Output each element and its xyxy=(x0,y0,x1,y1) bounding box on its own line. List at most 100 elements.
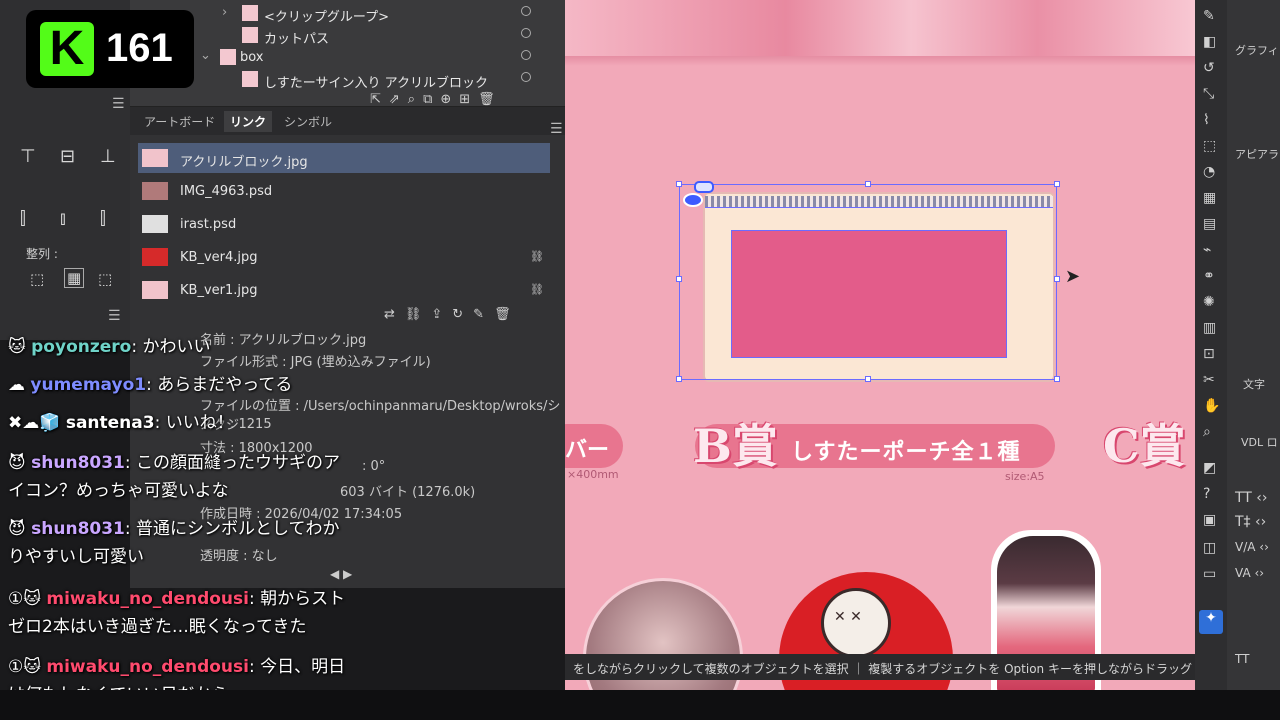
zoom-tool-icon[interactable]: ⌕ xyxy=(1203,424,1211,440)
link-item[interactable]: アクリルブロック.jpg xyxy=(138,143,550,173)
layer-thumbnail xyxy=(220,49,236,65)
layer-thumbnail xyxy=(242,71,258,87)
devil-emote-icon: 😈 xyxy=(8,519,26,539)
chat-message: ①🐱 miwaku_no_dendousi: 今日、明日 xyxy=(8,657,346,677)
artboard-tool-icon[interactable]: ⊡ xyxy=(1203,346,1215,362)
sub-badge-icon: ①🐱 xyxy=(8,657,41,677)
b-prize-size: size:A5 xyxy=(1005,470,1045,483)
scale-tool-icon[interactable]: ⤡ xyxy=(1203,86,1214,102)
b-prize-subtitle[interactable]: しすたーポーチ全１種 xyxy=(791,434,1021,466)
eyedropper-icon[interactable]: ⌁ xyxy=(1203,242,1211,258)
fill-stroke-icon[interactable]: ◩ xyxy=(1203,460,1216,476)
draw-mode-icon[interactable]: ◫ xyxy=(1203,540,1216,556)
slice-tool-icon[interactable]: ✂ xyxy=(1203,372,1215,388)
appearance-label[interactable]: アピアラ xyxy=(1235,146,1279,162)
status-hint: をしながらクリックして複数のオブジェクトを選択 ｜ 複製するオブジェクトを Op… xyxy=(565,654,1195,680)
devil-emote-icon: 😈 xyxy=(8,453,26,473)
chat-message-cont: りやすいし可愛い xyxy=(8,547,144,567)
panel-menu-icon[interactable]: ☰ xyxy=(550,121,563,137)
sub-badge-icon: ①🐱 xyxy=(8,589,41,609)
layer-row[interactable]: ⌄ box xyxy=(130,46,565,68)
link-thumbnail xyxy=(142,281,168,299)
align-to-artboard-icon[interactable]: ⬚ xyxy=(98,270,112,288)
chevron-right-icon[interactable]: › xyxy=(222,5,227,20)
selection-handle[interactable] xyxy=(676,376,682,382)
chat-message: ✖☁🧊 santena3: いいね！ xyxy=(8,413,234,433)
kerning-icon[interactable]: V/A ‹› xyxy=(1235,540,1269,554)
align-top-icon[interactable]: ⊤ xyxy=(20,146,36,167)
distribute-left-icon[interactable]: ⫿ xyxy=(20,208,26,229)
brush-tool-icon[interactable]: ✎ xyxy=(1203,8,1215,24)
layer-row[interactable]: カットパス xyxy=(130,24,565,47)
c-prize-title[interactable]: C賞 xyxy=(1103,410,1186,476)
layer-target-icon[interactable] xyxy=(521,6,531,16)
link-item[interactable]: IMG_4963.psd xyxy=(138,176,550,206)
gradient-tool-icon[interactable]: ▤ xyxy=(1203,216,1216,232)
selection-handle[interactable] xyxy=(865,376,871,382)
layer-target-icon[interactable] xyxy=(521,50,531,60)
font-name-field[interactable]: VDL ロ xyxy=(1241,434,1278,450)
character-label[interactable]: 文字 xyxy=(1243,376,1265,392)
ai-sparkle-icon[interactable]: ✦ xyxy=(1199,610,1223,634)
selection-handle[interactable] xyxy=(865,181,871,187)
link-chain-icon: ⛓ xyxy=(530,250,544,263)
tab-artboard[interactable]: アートボード xyxy=(138,111,221,132)
layer-tools-icons[interactable]: ⇱⇗⌕⧉⊕⊞🗑 xyxy=(370,92,503,107)
links-tools-icons[interactable]: ⇄⛓⇪↻✎🗑 xyxy=(384,307,521,322)
align-bottom-icon[interactable]: ⊥ xyxy=(100,146,116,167)
layer-target-icon[interactable] xyxy=(521,72,531,82)
graphic-styles-label[interactable]: グラフィ xyxy=(1235,42,1279,58)
warp-tool-icon[interactable]: ⌇ xyxy=(1203,112,1210,128)
align-to-selection-icon[interactable]: ⬚ xyxy=(30,270,44,288)
distribute-right-icon[interactable]: ⫿ xyxy=(100,208,106,229)
screen-mode-icon[interactable]: ▭ xyxy=(1203,566,1216,582)
leading-icon[interactable]: T‡ ‹› xyxy=(1235,514,1266,530)
shape-builder-icon[interactable]: ◔ xyxy=(1203,164,1215,180)
align-to-key-icon[interactable]: ▦ xyxy=(64,268,85,288)
stitched-bunny-icon xyxy=(821,588,891,658)
link-thumbnail xyxy=(142,149,168,167)
chat-overlay: 🐱 poyonzero: かわいい ☁ yumemayo1: あらまだやってる … xyxy=(0,322,560,705)
free-transform-icon[interactable]: ⬚ xyxy=(1203,138,1216,154)
selection-handle[interactable] xyxy=(1054,376,1060,382)
help-icon[interactable]: ? xyxy=(1203,486,1210,502)
tracking-icon[interactable]: VA ‹› xyxy=(1235,566,1264,580)
link-thumbnail xyxy=(142,215,168,233)
distribute-center-icon[interactable]: ⫾ xyxy=(60,208,66,229)
align-middle-icon[interactable]: ⊟ xyxy=(60,146,75,167)
color-mode-icon[interactable]: ▣ xyxy=(1203,512,1216,528)
graph-tool-icon[interactable]: ▥ xyxy=(1203,320,1216,336)
link-thumbnail xyxy=(142,182,168,200)
tab-symbols[interactable]: シンボル xyxy=(278,111,338,132)
selection-handle[interactable] xyxy=(676,276,682,282)
font-size-icon[interactable]: TT ‹› xyxy=(1235,490,1268,506)
tab-links[interactable]: リンク xyxy=(224,111,273,132)
selection-handle[interactable] xyxy=(1054,276,1060,282)
properties-panel: グラフィ アピアラ 文字 VDL ロ TT ‹› T‡ ‹› V/A ‹› VA… xyxy=(1227,0,1280,690)
selection-bounding-box[interactable] xyxy=(679,184,1057,380)
link-thumbnail xyxy=(142,248,168,266)
selection-handle[interactable] xyxy=(1054,181,1060,187)
blend-tool-icon[interactable]: ⚭ xyxy=(1203,268,1215,284)
chat-message: 🐱 poyonzero: かわいい xyxy=(8,337,211,357)
prev-prize-size: ×400mm xyxy=(567,468,619,481)
scale-icon[interactable]: TT xyxy=(1235,652,1249,666)
chevron-down-icon[interactable]: ⌄ xyxy=(200,48,211,63)
mesh-tool-icon[interactable]: ▦ xyxy=(1203,190,1216,206)
b-prize-title[interactable]: B賞 xyxy=(693,410,778,476)
chat-message: ①🐱 miwaku_no_dendousi: 朝からスト xyxy=(8,589,346,609)
panel-menu-icon[interactable]: ☰ xyxy=(112,96,125,112)
layer-row[interactable]: しすたーサイン入り アクリルブロック xyxy=(130,68,565,91)
artboard-canvas[interactable]: ➤ バー ×400mm B賞 しすたーポーチ全１種 size:A5 C賞 xyxy=(565,0,1195,690)
rotate-tool-icon[interactable]: ↺ xyxy=(1203,60,1215,76)
link-item[interactable]: KB_ver4.jpg ⛓ xyxy=(138,242,550,272)
layer-target-icon[interactable] xyxy=(521,28,531,38)
link-item[interactable]: KB_ver1.jpg ⛓ xyxy=(138,275,550,305)
symbol-sprayer-icon[interactable]: ✺ xyxy=(1203,294,1215,310)
align-label: 整列 : xyxy=(26,247,58,261)
eraser-tool-icon[interactable]: ◧ xyxy=(1203,34,1216,50)
mouse-cursor-icon: ➤ xyxy=(1065,266,1081,287)
layer-row[interactable]: › <クリップグループ> xyxy=(130,2,565,25)
link-item[interactable]: irast.psd xyxy=(138,209,550,239)
hand-tool-icon[interactable]: ✋ xyxy=(1203,398,1220,414)
